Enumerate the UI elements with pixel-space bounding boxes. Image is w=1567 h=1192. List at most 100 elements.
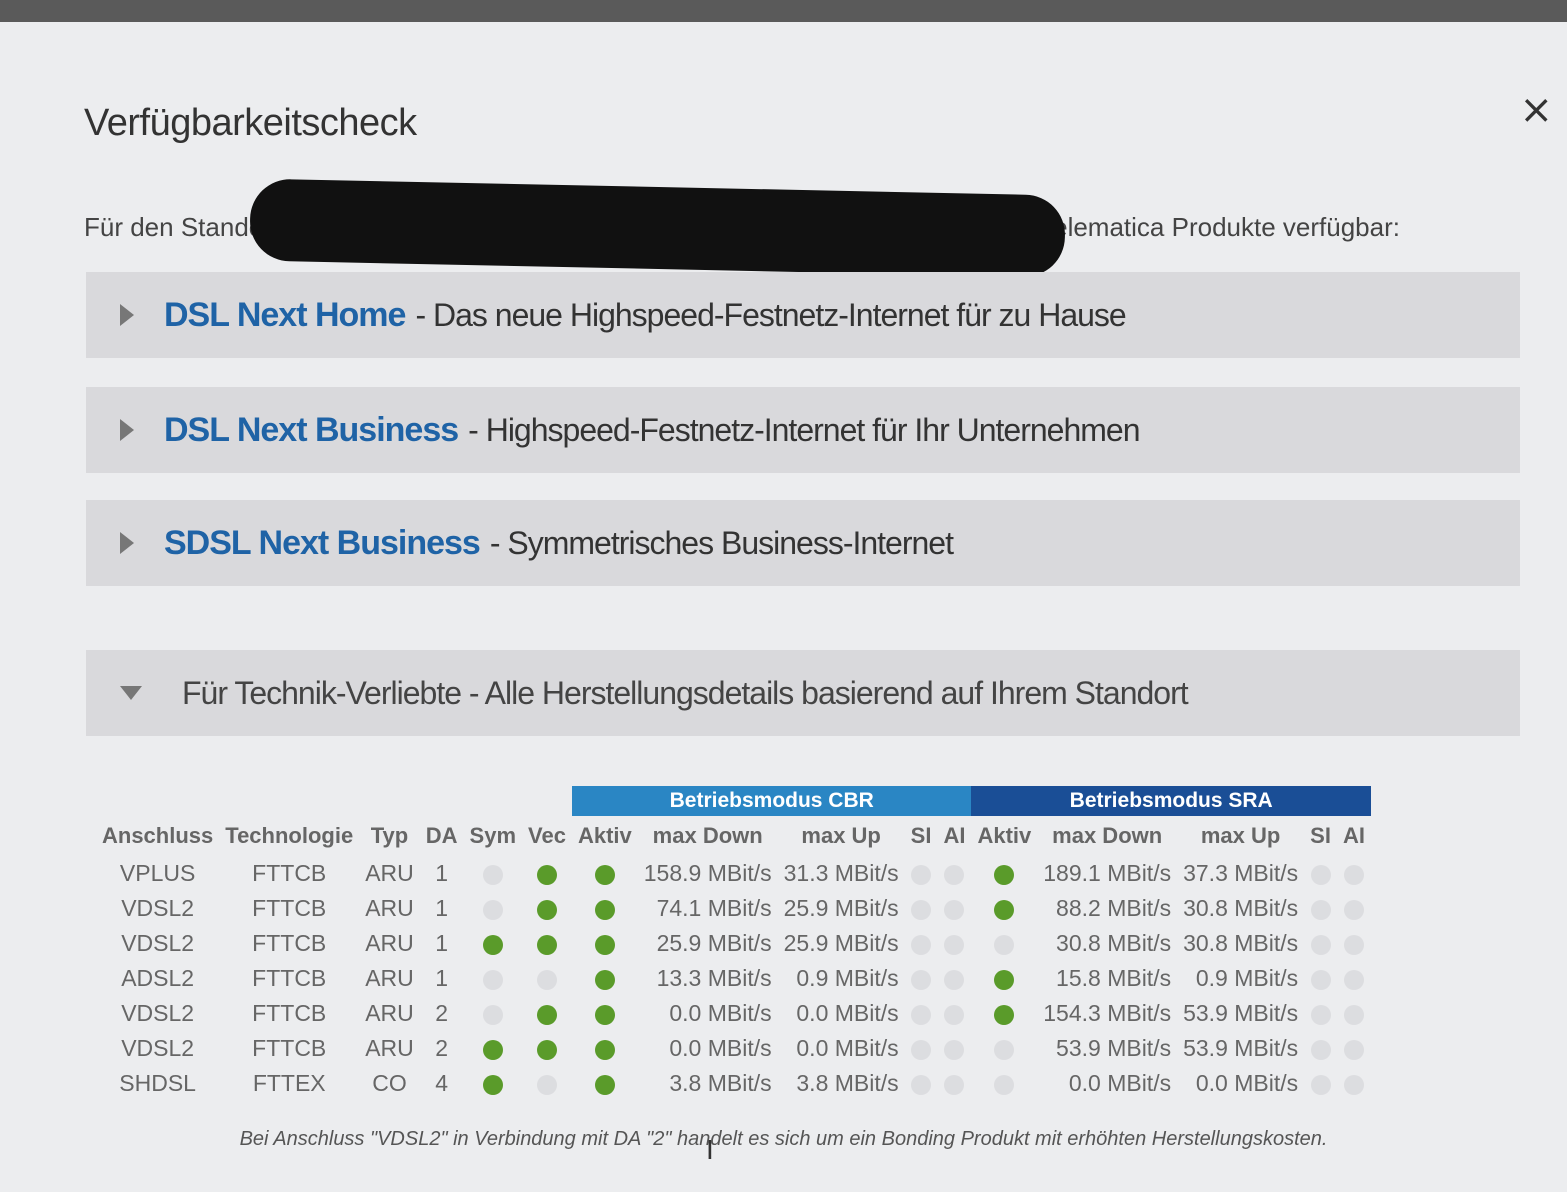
up-cell: 0.9 MBit/s <box>796 965 899 991</box>
status-on-icon <box>482 1039 503 1060</box>
column-header: Sym <box>469 823 517 848</box>
table-row: SHDSL FTTEX CO 4 3.8 MBit/s 3.8 MBit/s 0.0 MBi… <box>96 1066 1371 1101</box>
sra_aktiv-cell <box>971 1066 1037 1101</box>
expand-arrow-icon[interactable] <box>120 532 134 554</box>
up-cell: 31.3 MBit/s <box>783 860 899 886</box>
expand-arrow-icon[interactable] <box>120 419 134 441</box>
close-icon[interactable]: × <box>1519 90 1553 130</box>
status-off-icon <box>911 1039 932 1060</box>
technical-details-table: Betriebsmodus CBR Betriebsmodus SRA Ansc… <box>96 786 1371 1101</box>
vec-cell <box>522 1031 572 1066</box>
status-off-icon <box>911 969 932 990</box>
table-row: VDSL2 FTTCB ARU 1 25.9 MBit/s 25.9 MBit/s 30.8… <box>96 926 1371 961</box>
status-on-icon <box>594 899 615 920</box>
band-sra-header: Betriebsmodus SRA <box>971 786 1371 816</box>
down-cell: 158.9 MBit/s <box>643 860 772 886</box>
aktiv-cell <box>572 891 638 926</box>
da-cell: 1 <box>435 895 449 921</box>
typ-cell: ARU <box>365 895 414 921</box>
status-off-icon <box>1343 1004 1364 1025</box>
sra_ai-cell <box>1337 891 1371 926</box>
sra_ai-cell <box>1337 1066 1371 1101</box>
status-on-icon <box>594 1039 615 1060</box>
anschluss-cell: VPLUS <box>119 860 196 886</box>
dialog-title: Verfügbarkeitscheck <box>84 102 417 144</box>
column-header: Technologie <box>225 823 354 848</box>
sra_si-cell <box>1304 856 1337 891</box>
typ-cell: ARU <box>365 1000 414 1026</box>
vec-cell <box>522 996 572 1031</box>
status-off-icon <box>1310 934 1331 955</box>
status-off-icon <box>911 864 932 885</box>
product-dsl-next-business[interactable]: DSL Next Business - Highspeed-Festnetz-I… <box>86 387 1520 473</box>
product-desc: - Symmetrisches Business-Internet <box>489 524 954 561</box>
da-cell: 4 <box>435 1070 449 1096</box>
status-off-icon <box>1310 1039 1331 1060</box>
status-on-icon <box>537 864 557 885</box>
sra_up-cell: 37.3 MBit/s <box>1183 860 1299 886</box>
collapse-arrow-icon[interactable] <box>120 686 142 700</box>
sym-cell <box>464 926 522 961</box>
status-off-icon <box>994 1074 1015 1095</box>
column-header: SI <box>1310 823 1331 848</box>
sra_aktiv-cell <box>971 856 1037 891</box>
da-cell: 2 <box>435 1000 449 1026</box>
status-off-icon <box>537 1074 557 1095</box>
up-cell: 0.0 MBit/s <box>796 1000 899 1026</box>
tech-cell: FTTEX <box>252 1070 326 1096</box>
status-off-icon <box>482 899 503 920</box>
aktiv-cell <box>572 996 638 1031</box>
sra_aktiv-cell <box>971 891 1037 926</box>
table-row: VDSL2 FTTCB ARU 1 74.1 MBit/s 25.9 MBit/s 88.2… <box>96 891 1371 926</box>
section-title[interactable]: Für Technik-Verliebte - Alle Herstellung… <box>182 675 1189 712</box>
sym-cell <box>464 891 522 926</box>
sra_up-cell: 30.8 MBit/s <box>1183 895 1299 921</box>
product-name[interactable]: DSL Next Home <box>164 296 406 335</box>
sym-cell <box>464 1066 522 1101</box>
vec-cell <box>522 1066 572 1101</box>
aktiv-cell <box>572 856 638 891</box>
status-off-icon <box>944 969 965 990</box>
si-cell <box>905 1031 938 1066</box>
product-desc: - Highspeed-Festnetz-Internet für Ihr Un… <box>468 411 1140 448</box>
anschluss-cell: ADSL2 <box>121 965 195 991</box>
column-header: Aktiv <box>577 823 632 848</box>
status-off-icon <box>1310 1074 1331 1095</box>
si-cell <box>905 891 938 926</box>
status-off-icon <box>1343 899 1364 920</box>
sra_si-cell <box>1304 996 1337 1031</box>
product-name[interactable]: SDSL Next Business <box>164 524 481 563</box>
status-off-icon <box>994 1039 1015 1060</box>
up-cell: 3.8 MBit/s <box>796 1070 899 1096</box>
typ-cell: ARU <box>365 860 414 886</box>
status-off-icon <box>1310 969 1331 990</box>
expand-arrow-icon[interactable] <box>120 304 134 326</box>
sra_ai-cell <box>1337 1031 1371 1066</box>
status-off-icon <box>1310 1004 1331 1025</box>
sym-cell <box>464 996 522 1031</box>
si-cell <box>905 1066 938 1101</box>
typ-cell: ARU <box>365 965 414 991</box>
sra_ai-cell <box>1337 961 1371 996</box>
tech-cell: FTTCB <box>252 930 327 956</box>
technik-details-section[interactable]: Für Technik-Verliebte - Alle Herstellung… <box>86 650 1520 736</box>
down-cell: 74.1 MBit/s <box>656 895 772 921</box>
anschluss-cell: VDSL2 <box>121 895 195 921</box>
status-on-icon <box>994 969 1015 990</box>
product-name[interactable]: DSL Next Business <box>164 411 459 450</box>
sra_aktiv-cell <box>971 996 1037 1031</box>
text-cursor-icon: I <box>706 1134 714 1165</box>
anschluss-cell: VDSL2 <box>121 1035 195 1061</box>
product-dsl-next-home[interactable]: DSL Next Home - Das neue Highspeed-Festn… <box>86 272 1520 358</box>
down-cell: 3.8 MBit/s <box>669 1070 772 1096</box>
si-cell <box>905 856 938 891</box>
sra_up-cell: 53.9 MBit/s <box>1183 1035 1299 1061</box>
down-cell: 0.0 MBit/s <box>669 1035 772 1061</box>
typ-cell: ARU <box>365 930 414 956</box>
sym-cell <box>464 856 522 891</box>
status-on-icon <box>537 899 557 920</box>
column-header: AI <box>1342 823 1365 848</box>
column-header: AI <box>943 823 966 848</box>
product-sdsl-next-business[interactable]: SDSL Next Business - Symmetrisches Busin… <box>86 500 1520 586</box>
vec-cell <box>522 926 572 961</box>
